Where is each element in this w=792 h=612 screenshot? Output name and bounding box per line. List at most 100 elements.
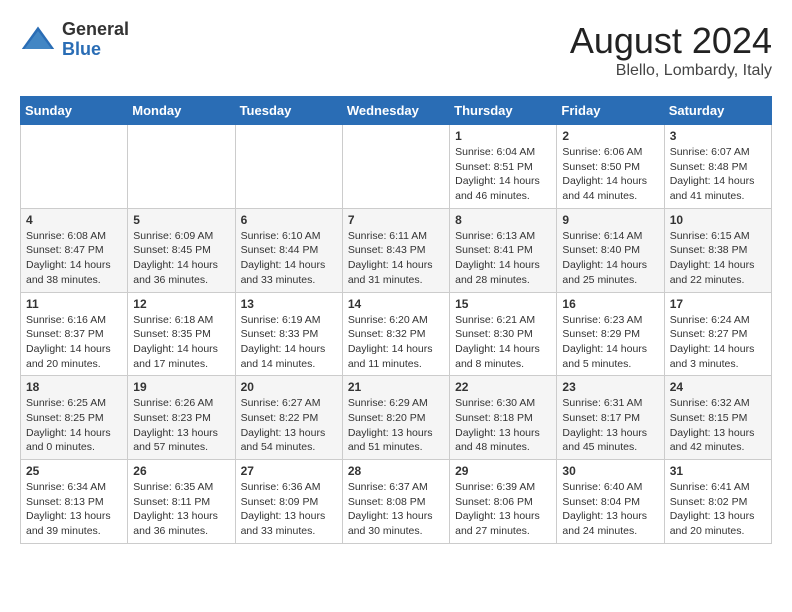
calendar-cell: 18Sunrise: 6:25 AM Sunset: 8:25 PM Dayli… (21, 376, 128, 460)
weekday-header-saturday: Saturday (664, 97, 771, 125)
day-info: Sunrise: 6:11 AM Sunset: 8:43 PM Dayligh… (348, 229, 444, 288)
calendar-cell: 17 Sunrise: 6:24 AM Sunset: 8:27 PM Dayli… (664, 292, 771, 376)
calendar-week-4: 18Sunrise: 6:25 AM Sunset: 8:25 PM Dayli… (21, 376, 772, 460)
weekday-header-tuesday: Tuesday (235, 97, 342, 125)
calendar-cell: 30Sunrise: 6:40 AM Sunset: 8:04 PM Dayli… (557, 460, 664, 544)
calendar-cell: 10Sunrise: 6:15 AM Sunset: 8:38 PM Dayli… (664, 208, 771, 292)
calendar-cell: 9Sunrise: 6:14 AM Sunset: 8:40 PM Daylig… (557, 208, 664, 292)
weekday-header-thursday: Thursday (450, 97, 557, 125)
calendar-cell: 19 Sunrise: 6:26 AM Sunset: 8:23 PM Dayli… (128, 376, 235, 460)
calendar-cell: 31Sunrise: 6:41 AM Sunset: 8:02 PM Dayli… (664, 460, 771, 544)
calendar-week-5: 25 Sunrise: 6:34 AM Sunset: 8:13 PM Dayli… (21, 460, 772, 544)
day-info: Sunrise: 6:41 AM Sunset: 8:02 PM Dayligh… (670, 480, 766, 539)
day-info: Sunrise: 6:09 AM Sunset: 8:45 PM Dayligh… (133, 229, 229, 288)
day-number: 17 (670, 297, 766, 311)
day-number: 18 (26, 380, 122, 394)
day-number: 14 (348, 297, 444, 311)
day-number: 3 (670, 129, 766, 143)
day-number: 16 (562, 297, 658, 311)
weekday-header-sunday: Sunday (21, 97, 128, 125)
day-info: Sunrise: 6:39 AM Sunset: 8:06 PM Dayligh… (455, 480, 551, 539)
day-info: Sunrise: 6:29 AM Sunset: 8:20 PM Dayligh… (348, 396, 444, 455)
calendar-cell: 6 Sunrise: 6:10 AM Sunset: 8:44 PM Daylig… (235, 208, 342, 292)
calendar-cell: 1 Sunrise: 6:04 AM Sunset: 8:51 PM Daylig… (450, 125, 557, 209)
day-info: Sunrise: 6:13 AM Sunset: 8:41 PM Dayligh… (455, 229, 551, 288)
day-number: 27 (241, 464, 337, 478)
day-number: 4 (26, 213, 122, 227)
day-number: 7 (348, 213, 444, 227)
day-info: Sunrise: 6:06 AM Sunset: 8:50 PM Dayligh… (562, 145, 658, 204)
logo: General Blue (20, 20, 129, 60)
calendar-cell: 22 Sunrise: 6:30 AM Sunset: 8:18 PM Dayli… (450, 376, 557, 460)
calendar-cell (342, 125, 449, 209)
day-number: 26 (133, 464, 229, 478)
calendar-cell (235, 125, 342, 209)
weekday-header-friday: Friday (557, 97, 664, 125)
day-info: Sunrise: 6:24 AM Sunset: 8:27 PM Dayligh… (670, 313, 766, 372)
day-number: 9 (562, 213, 658, 227)
day-number: 6 (241, 213, 337, 227)
day-info: Sunrise: 6:40 AM Sunset: 8:04 PM Dayligh… (562, 480, 658, 539)
day-info: Sunrise: 6:21 AM Sunset: 8:30 PM Dayligh… (455, 313, 551, 372)
day-info: Sunrise: 6:20 AM Sunset: 8:32 PM Dayligh… (348, 313, 444, 372)
calendar-week-2: 4 Sunrise: 6:08 AM Sunset: 8:47 PM Daylig… (21, 208, 772, 292)
day-number: 11 (26, 297, 122, 311)
day-info: Sunrise: 6:15 AM Sunset: 8:38 PM Dayligh… (670, 229, 766, 288)
calendar-cell: 3 Sunrise: 6:07 AM Sunset: 8:48 PM Daylig… (664, 125, 771, 209)
day-info: Sunrise: 6:27 AM Sunset: 8:22 PM Dayligh… (241, 396, 337, 455)
calendar-cell: 27 Sunrise: 6:36 AM Sunset: 8:09 PM Dayli… (235, 460, 342, 544)
day-number: 15 (455, 297, 551, 311)
calendar-table: SundayMondayTuesdayWednesdayThursdayFrid… (20, 96, 772, 544)
day-info: Sunrise: 6:30 AM Sunset: 8:18 PM Dayligh… (455, 396, 551, 455)
day-number: 2 (562, 129, 658, 143)
calendar-cell: 7 Sunrise: 6:11 AM Sunset: 8:43 PM Daylig… (342, 208, 449, 292)
location-subtitle: Blello, Lombardy, Italy (570, 62, 772, 80)
calendar-cell: 21 Sunrise: 6:29 AM Sunset: 8:20 PM Dayli… (342, 376, 449, 460)
day-number: 19 (133, 380, 229, 394)
day-number: 1 (455, 129, 551, 143)
day-info: Sunrise: 6:31 AM Sunset: 8:17 PM Dayligh… (562, 396, 658, 455)
calendar-cell: 25 Sunrise: 6:34 AM Sunset: 8:13 PM Dayli… (21, 460, 128, 544)
day-info: Sunrise: 6:04 AM Sunset: 8:51 PM Dayligh… (455, 145, 551, 204)
day-info: Sunrise: 6:10 AM Sunset: 8:44 PM Dayligh… (241, 229, 337, 288)
calendar-week-1: 1 Sunrise: 6:04 AM Sunset: 8:51 PM Daylig… (21, 125, 772, 209)
day-number: 13 (241, 297, 337, 311)
calendar-cell: 24 Sunrise: 6:32 AM Sunset: 8:15 PM Dayli… (664, 376, 771, 460)
day-info: Sunrise: 6:34 AM Sunset: 8:13 PM Dayligh… (26, 480, 122, 539)
logo-text: General Blue (62, 20, 129, 60)
calendar-cell: 2 Sunrise: 6:06 AM Sunset: 8:50 PM Daylig… (557, 125, 664, 209)
calendar-cell: 29Sunrise: 6:39 AM Sunset: 8:06 PM Dayli… (450, 460, 557, 544)
day-info: Sunrise: 6:16 AM Sunset: 8:37 PM Dayligh… (26, 313, 122, 372)
day-info: Sunrise: 6:08 AM Sunset: 8:47 PM Dayligh… (26, 229, 122, 288)
day-info: Sunrise: 6:37 AM Sunset: 8:08 PM Dayligh… (348, 480, 444, 539)
calendar-cell: 26Sunrise: 6:35 AM Sunset: 8:11 PM Dayli… (128, 460, 235, 544)
weekday-header-wednesday: Wednesday (342, 97, 449, 125)
calendar-cell: 20Sunrise: 6:27 AM Sunset: 8:22 PM Dayli… (235, 376, 342, 460)
day-info: Sunrise: 6:36 AM Sunset: 8:09 PM Dayligh… (241, 480, 337, 539)
title-block: August 2024 Blello, Lombardy, Italy (570, 20, 772, 80)
calendar-cell: 15 Sunrise: 6:21 AM Sunset: 8:30 PM Dayli… (450, 292, 557, 376)
calendar-cell: 11 Sunrise: 6:16 AM Sunset: 8:37 PM Dayli… (21, 292, 128, 376)
day-info: Sunrise: 6:07 AM Sunset: 8:48 PM Dayligh… (670, 145, 766, 204)
calendar-cell: 13 Sunrise: 6:19 AM Sunset: 8:33 PM Dayli… (235, 292, 342, 376)
calendar-week-3: 11 Sunrise: 6:16 AM Sunset: 8:37 PM Dayli… (21, 292, 772, 376)
day-number: 21 (348, 380, 444, 394)
calendar-cell: 8 Sunrise: 6:13 AM Sunset: 8:41 PM Daylig… (450, 208, 557, 292)
calendar-cell (128, 125, 235, 209)
day-number: 22 (455, 380, 551, 394)
day-number: 5 (133, 213, 229, 227)
day-info: Sunrise: 6:18 AM Sunset: 8:35 PM Dayligh… (133, 313, 229, 372)
day-info: Sunrise: 6:19 AM Sunset: 8:33 PM Dayligh… (241, 313, 337, 372)
calendar-cell: 16Sunrise: 6:23 AM Sunset: 8:29 PM Dayli… (557, 292, 664, 376)
day-number: 8 (455, 213, 551, 227)
calendar-cell: 23Sunrise: 6:31 AM Sunset: 8:17 PM Dayli… (557, 376, 664, 460)
calendar-cell: 28Sunrise: 6:37 AM Sunset: 8:08 PM Dayli… (342, 460, 449, 544)
logo-general: General (62, 20, 129, 40)
day-number: 12 (133, 297, 229, 311)
day-info: Sunrise: 6:26 AM Sunset: 8:23 PM Dayligh… (133, 396, 229, 455)
general-blue-icon (20, 22, 56, 58)
weekday-header-monday: Monday (128, 97, 235, 125)
day-info: Sunrise: 6:32 AM Sunset: 8:15 PM Dayligh… (670, 396, 766, 455)
day-number: 24 (670, 380, 766, 394)
day-number: 25 (26, 464, 122, 478)
